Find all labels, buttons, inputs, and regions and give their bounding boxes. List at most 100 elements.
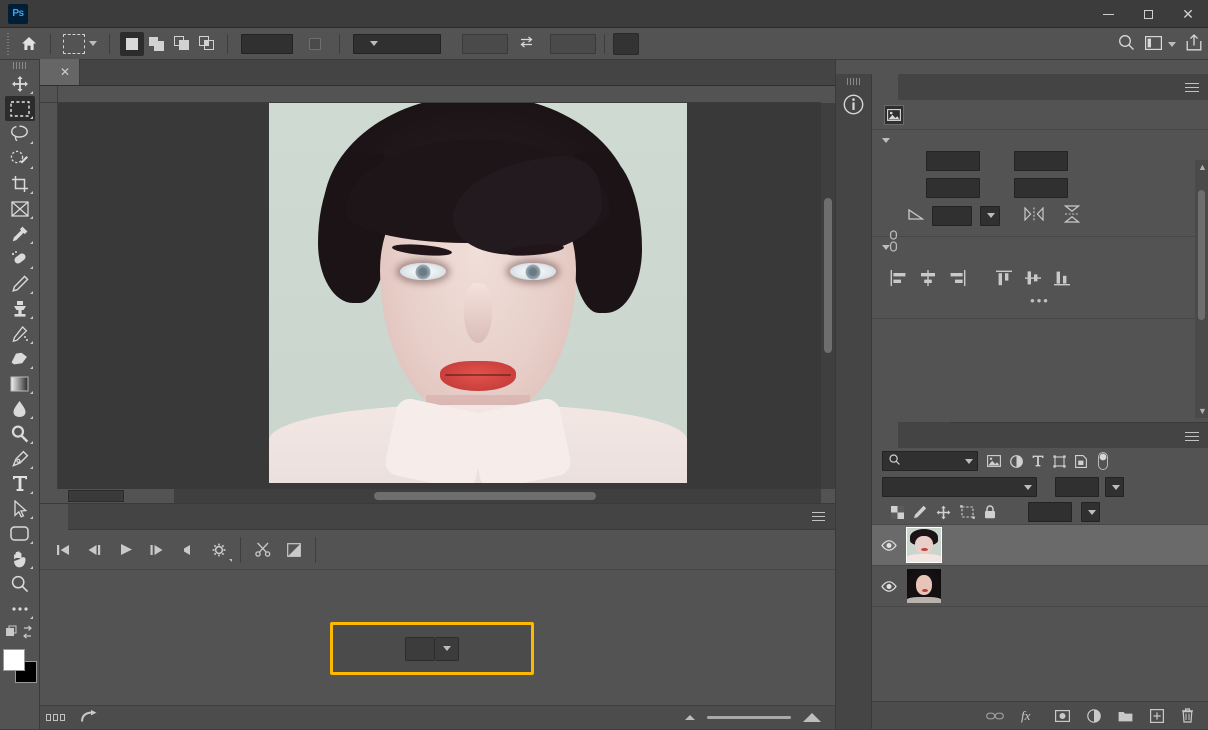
zoom-tool[interactable] bbox=[5, 571, 35, 596]
type-tool[interactable] bbox=[5, 471, 35, 496]
zoom-slider[interactable] bbox=[707, 716, 791, 719]
crop-tool[interactable] bbox=[5, 171, 35, 196]
canvas-vertical-scrollbar[interactable] bbox=[821, 103, 835, 489]
align-right-edges-icon[interactable] bbox=[942, 266, 971, 290]
spot-healing-brush-tool[interactable] bbox=[5, 246, 35, 271]
lock-image-pixels-icon[interactable] bbox=[913, 505, 927, 519]
tab-libraries[interactable] bbox=[924, 74, 950, 100]
brush-tool[interactable] bbox=[5, 271, 35, 296]
blend-mode-select[interactable] bbox=[882, 477, 1037, 497]
gradient-tool[interactable] bbox=[5, 371, 35, 396]
frame-tool[interactable] bbox=[5, 196, 35, 221]
tab-timeline[interactable] bbox=[40, 504, 68, 530]
maximize-button[interactable] bbox=[1128, 0, 1168, 28]
transition-icon[interactable] bbox=[278, 535, 309, 565]
lock-position-icon[interactable] bbox=[936, 505, 951, 520]
layer-filter-kind-select[interactable] bbox=[882, 451, 978, 471]
intersect-with-selection-button[interactable] bbox=[195, 32, 219, 56]
clone-stamp-tool[interactable] bbox=[5, 296, 35, 321]
zoom-in-icon[interactable] bbox=[803, 713, 821, 722]
link-aspect-ratio-icon[interactable] bbox=[888, 230, 899, 255]
toolbox-grip[interactable] bbox=[13, 62, 27, 69]
menu-select[interactable] bbox=[128, 9, 146, 19]
rectangle-tool[interactable] bbox=[5, 521, 35, 546]
select-and-mask-button[interactable] bbox=[613, 33, 639, 55]
hand-tool[interactable] bbox=[5, 546, 35, 571]
lasso-tool[interactable] bbox=[5, 121, 35, 146]
tab-channels[interactable] bbox=[898, 422, 924, 448]
pen-tool[interactable] bbox=[5, 446, 35, 471]
tab-layers[interactable] bbox=[872, 422, 898, 448]
tool-preset-picker[interactable] bbox=[59, 34, 101, 54]
menu-3d[interactable] bbox=[164, 9, 182, 19]
type-filter-icon[interactable] bbox=[1032, 455, 1044, 467]
tab-paths[interactable] bbox=[924, 422, 950, 448]
dodge-tool[interactable] bbox=[5, 421, 35, 446]
next-frame-icon[interactable] bbox=[141, 535, 172, 565]
fill-input[interactable] bbox=[1028, 502, 1072, 522]
close-icon[interactable]: ✕ bbox=[60, 65, 70, 79]
color-swatches[interactable] bbox=[3, 649, 37, 683]
rectangular-marquee-tool[interactable] bbox=[5, 96, 35, 121]
timeline-mode-dropdown[interactable] bbox=[435, 637, 459, 661]
history-brush-tool[interactable] bbox=[5, 321, 35, 346]
foreground-color-swatch[interactable] bbox=[3, 649, 25, 671]
canvas[interactable] bbox=[58, 103, 821, 489]
chevron-down-icon[interactable] bbox=[89, 41, 97, 46]
panel-menu-icon[interactable] bbox=[812, 512, 825, 524]
align-left-edges-icon[interactable] bbox=[884, 266, 913, 290]
link-layers-icon[interactable] bbox=[986, 711, 1004, 721]
table-row[interactable] bbox=[872, 525, 1208, 566]
new-adjustment-layer-icon[interactable] bbox=[1087, 709, 1101, 723]
eye-icon[interactable] bbox=[880, 581, 898, 592]
edit-toolbar-tool[interactable] bbox=[5, 596, 35, 621]
w-input[interactable] bbox=[926, 151, 980, 171]
pixel-filter-icon[interactable] bbox=[987, 455, 1001, 467]
vertical-ruler[interactable] bbox=[40, 103, 58, 489]
eyedropper-tool[interactable] bbox=[5, 221, 35, 246]
shape-filter-icon[interactable] bbox=[1053, 455, 1066, 468]
search-icon[interactable] bbox=[1118, 34, 1135, 54]
swap-width-height-icon[interactable] bbox=[519, 36, 534, 51]
align-horizontal-centers-icon[interactable] bbox=[913, 266, 942, 290]
artboard[interactable] bbox=[269, 103, 687, 483]
angle-dropdown[interactable] bbox=[980, 206, 1000, 226]
scroll-down-icon[interactable]: ▼ bbox=[1198, 406, 1207, 416]
add-to-selection-button[interactable] bbox=[145, 32, 169, 56]
menu-help[interactable] bbox=[218, 9, 236, 19]
smart-object-filter-icon[interactable] bbox=[1075, 455, 1087, 468]
menu-image[interactable] bbox=[74, 9, 92, 19]
menu-view[interactable] bbox=[182, 9, 200, 19]
horizontal-ruler[interactable] bbox=[58, 86, 821, 103]
options-bar-grip[interactable] bbox=[4, 33, 13, 55]
anti-alias-checkbox[interactable] bbox=[309, 38, 321, 50]
panel-menu-icon[interactable] bbox=[1185, 83, 1199, 95]
blur-tool[interactable] bbox=[5, 396, 35, 421]
opacity-dropdown[interactable] bbox=[1105, 477, 1124, 497]
menu-window[interactable] bbox=[200, 9, 218, 19]
feather-input[interactable] bbox=[241, 34, 293, 54]
scroll-up-icon[interactable]: ▲ bbox=[1198, 162, 1207, 172]
scrollbar-thumb[interactable] bbox=[1198, 190, 1205, 320]
scrollbar-thumb[interactable] bbox=[374, 492, 596, 500]
h-input[interactable] bbox=[926, 178, 980, 198]
properties-scrollbar[interactable]: ▲ ▼ bbox=[1195, 160, 1208, 418]
move-tool[interactable] bbox=[5, 71, 35, 96]
go-to-first-frame-icon[interactable] bbox=[48, 535, 79, 565]
align-bottom-edges-icon[interactable] bbox=[1047, 266, 1076, 290]
new-selection-button[interactable] bbox=[120, 32, 144, 56]
menu-file[interactable] bbox=[38, 9, 56, 19]
home-icon[interactable] bbox=[16, 32, 42, 56]
info-icon[interactable] bbox=[841, 91, 867, 117]
audio-icon[interactable] bbox=[172, 535, 203, 565]
settings-gear-icon[interactable] bbox=[203, 535, 234, 565]
filter-toggle-icon[interactable] bbox=[1098, 452, 1108, 470]
width-input[interactable] bbox=[462, 34, 508, 54]
frame-view-icon[interactable] bbox=[46, 714, 67, 721]
eraser-tool[interactable] bbox=[5, 346, 35, 371]
fill-dropdown[interactable] bbox=[1081, 502, 1100, 522]
y-input[interactable] bbox=[1014, 178, 1068, 198]
convert-to-video-timeline-icon[interactable] bbox=[81, 710, 98, 726]
lock-transparent-pixels-icon[interactable] bbox=[891, 506, 904, 519]
opacity-input[interactable] bbox=[1055, 477, 1099, 497]
